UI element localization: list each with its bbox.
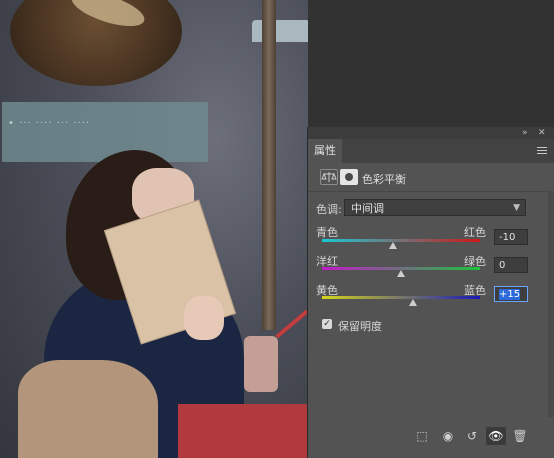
slider-magenta-green-thumb[interactable] [397,270,405,277]
panel-titlebar: » ✕ [308,127,554,139]
slider-yellow-blue-value-text: +15 [499,289,521,300]
panel-scrollbar[interactable] [548,191,554,417]
slider-magenta-green-value[interactable]: 0 [494,257,528,273]
eye-icon[interactable]: 👁 [486,427,506,445]
slider-red-label: 红色 [464,226,486,239]
photo-bag [18,360,158,458]
chevron-down-icon: ▼ [513,203,520,213]
clip-to-layer-icon[interactable]: ⬚ [412,427,432,445]
mask-icon[interactable] [340,169,358,185]
adjustment-title: 色彩平衡 [362,173,406,186]
slider-cyan-red-value[interactable]: -10 [494,229,528,245]
photo-cup [244,336,278,392]
slider-yellow-blue-thumb[interactable] [408,299,417,306]
reset-icon[interactable]: ↺ [462,427,482,445]
slider-yellow-blue-value[interactable]: +15 [494,286,528,302]
photo-hand [184,296,224,340]
slider-cyan-label: 青色 [316,226,338,239]
document-canvas[interactable]: • ··· ···· ··· ···· [0,0,308,458]
balance-scale-icon [320,169,338,185]
double-chevron-right-icon[interactable]: » [522,127,528,139]
tone-select-value: 中间调 [351,202,384,215]
photo-red-box [178,404,308,458]
photo-pole [262,0,276,330]
trash-icon[interactable]: 🗑 [510,427,530,445]
tab-properties[interactable]: 属性 [308,139,342,163]
slider-cyan-red-thumb[interactable] [389,242,398,249]
preserve-luminosity-checkbox[interactable]: ✓ [322,319,332,329]
photo-sign-text: • ··· ···· ··· ···· [8,118,91,129]
tone-label: 色调: [316,203,342,216]
slider-cyan-red-track[interactable] [322,239,480,242]
panel-tab-row: 属性 [308,139,554,163]
panel-bottom-toolbar: ⬚ ◉ ↺ 👁 🗑 [308,425,554,447]
menu-icon[interactable] [537,145,547,155]
slider-yellow-blue-track[interactable] [322,296,480,299]
view-previous-state-icon[interactable]: ◉ [438,427,458,445]
properties-panel: » ✕ 属性 色彩平衡 色调: 中间调 ▼ 青色 红色 -10 洋红 绿色 0 [307,127,554,458]
panel-header: 色彩平衡 [308,163,554,192]
preserve-luminosity-label: 保留明度 [338,320,382,333]
tone-select[interactable]: 中间调 ▼ [344,199,526,216]
close-icon[interactable]: ✕ [538,127,546,139]
photo-sign [2,102,208,162]
photo-lamp [252,20,308,42]
